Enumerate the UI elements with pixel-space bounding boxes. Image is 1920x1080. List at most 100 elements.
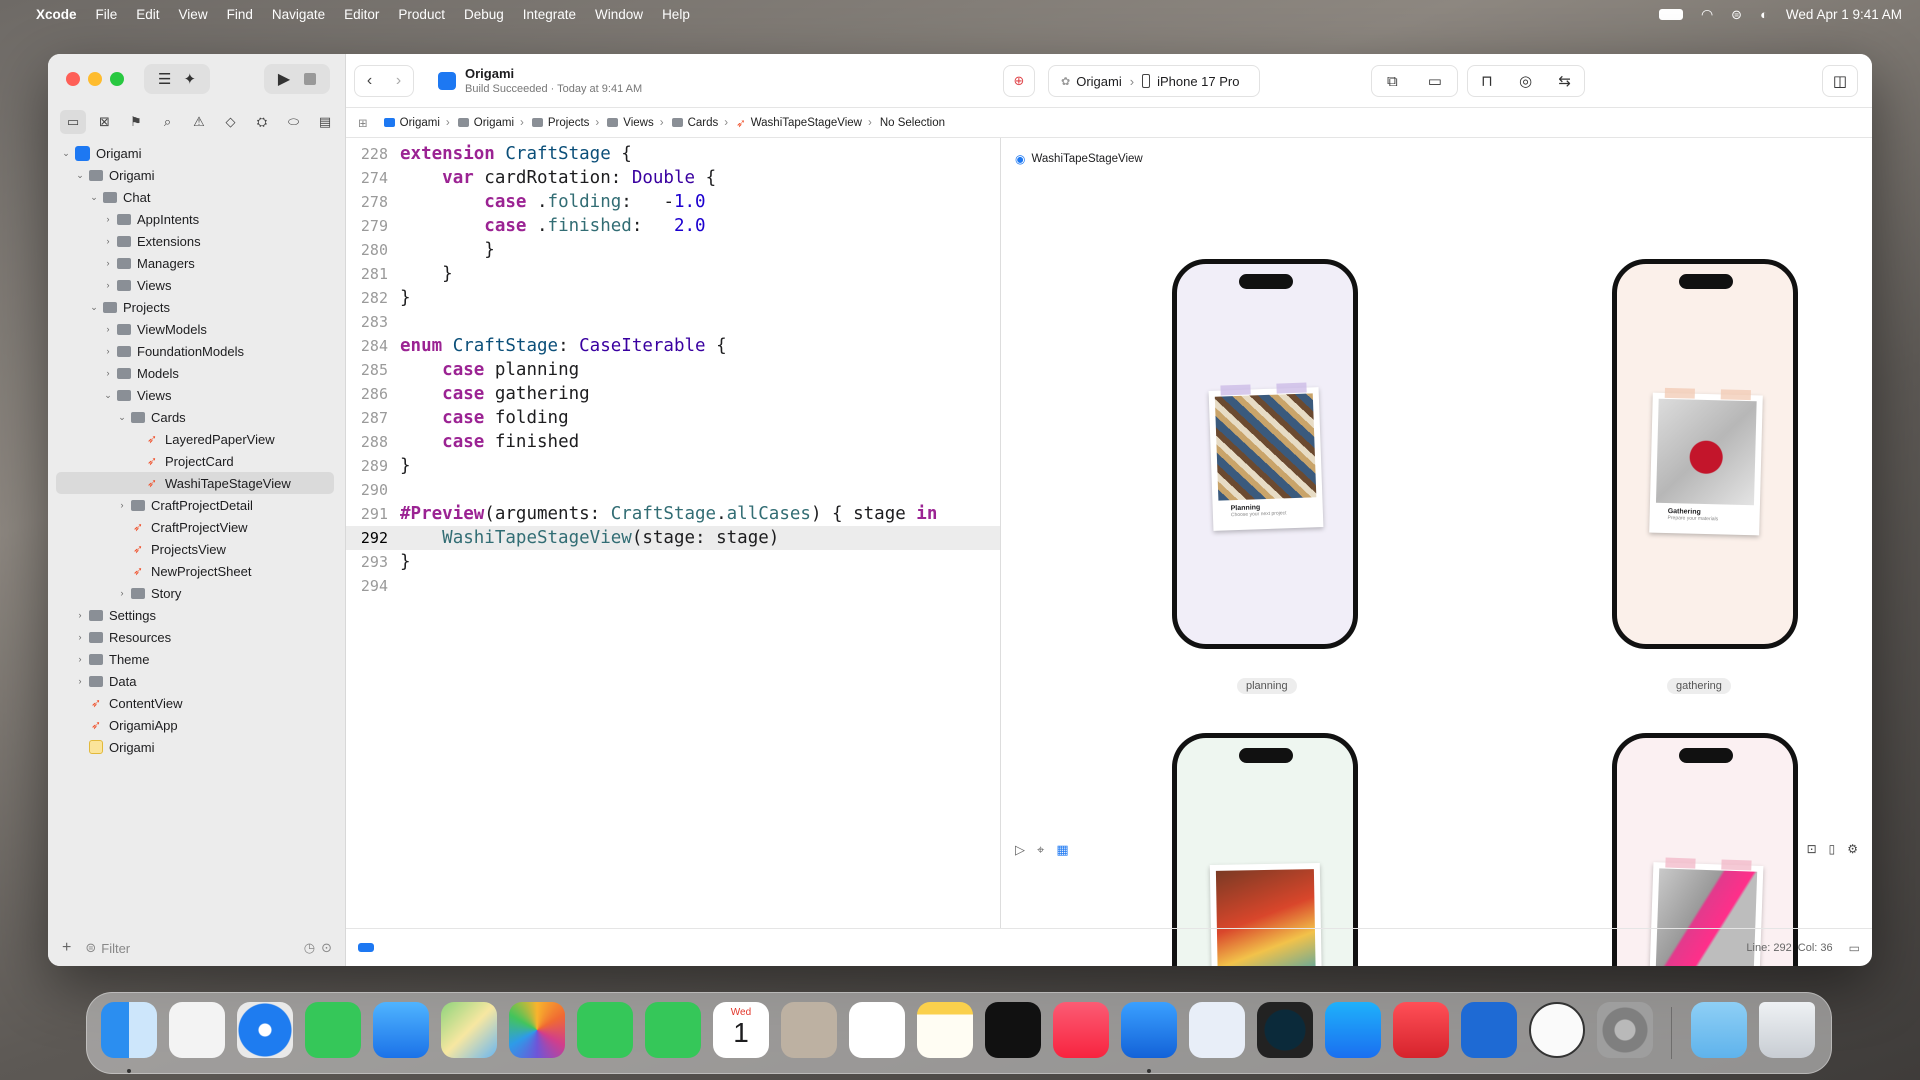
code-line[interactable]: 280 } bbox=[346, 238, 1000, 262]
debug-navigator-icon[interactable]: ⛭ bbox=[249, 110, 275, 134]
chevron-down-icon[interactable]: ⌄ bbox=[60, 148, 72, 159]
close-button[interactable] bbox=[66, 72, 80, 86]
downloads-folder-icon[interactable] bbox=[1691, 1002, 1747, 1058]
tree-row[interactable]: ➶ ProjectsView bbox=[48, 538, 346, 560]
launchpad-icon[interactable] bbox=[169, 1002, 225, 1058]
chevron-right-icon[interactable]: › bbox=[102, 214, 114, 224]
safari-icon[interactable] bbox=[237, 1002, 293, 1058]
variants-icon[interactable]: ◎ bbox=[1519, 72, 1532, 90]
tree-row[interactable]: ⌄ Origami bbox=[48, 164, 346, 186]
simulator-icon[interactable] bbox=[1461, 1002, 1517, 1058]
crumb-projects[interactable]: Projects › bbox=[531, 117, 599, 129]
minimize-button[interactable] bbox=[88, 72, 102, 86]
code-line[interactable]: 286 case gathering bbox=[346, 382, 1000, 406]
chevron-right-icon[interactable]: › bbox=[74, 610, 86, 620]
chevron-down-icon[interactable]: ⌄ bbox=[74, 170, 86, 181]
siri-icon[interactable]: ◐ bbox=[1760, 7, 1768, 22]
chevron-right-icon[interactable]: › bbox=[102, 324, 114, 334]
chevron-right-icon[interactable]: › bbox=[74, 654, 86, 664]
tree-row[interactable]: ⌄ Chat bbox=[48, 186, 346, 208]
rocketsim-icon[interactable] bbox=[1393, 1002, 1449, 1058]
crumb-selection[interactable]: No Selection bbox=[880, 117, 945, 129]
tree-row[interactable]: ➶ ProjectCard bbox=[48, 450, 346, 472]
code-line[interactable]: 288 case finished bbox=[346, 430, 1000, 454]
bookmark-icon[interactable]: ⚑ bbox=[123, 110, 149, 134]
finder-icon[interactable] bbox=[101, 1002, 157, 1058]
instruments-icon[interactable] bbox=[1257, 1002, 1313, 1058]
code-line[interactable]: 282} bbox=[346, 286, 1000, 310]
mail-icon[interactable] bbox=[373, 1002, 429, 1058]
code-line[interactable]: 287 case folding bbox=[346, 406, 1000, 430]
tree-row[interactable]: › Managers bbox=[48, 252, 346, 274]
tree-row[interactable]: › Views bbox=[48, 274, 346, 296]
tree-row[interactable]: ➶ NewProjectSheet bbox=[48, 560, 346, 582]
menu-find[interactable]: Find bbox=[227, 7, 253, 22]
menu-window[interactable]: Window bbox=[595, 7, 643, 22]
menu-product[interactable]: Product bbox=[398, 7, 445, 22]
tree-row[interactable]: › Settings bbox=[48, 604, 346, 626]
project-name[interactable]: Origami bbox=[465, 66, 514, 81]
tree-row[interactable]: ⌄ Cards bbox=[48, 406, 346, 428]
project-navigator-icon[interactable]: ▭ bbox=[60, 110, 86, 134]
find-navigator-icon[interactable]: ⌕ bbox=[155, 110, 181, 134]
crumb-cards[interactable]: Cards › bbox=[671, 117, 728, 129]
code-line[interactable]: 281 } bbox=[346, 262, 1000, 286]
app-store-icon[interactable] bbox=[1325, 1002, 1381, 1058]
photos-icon[interactable] bbox=[509, 1002, 565, 1058]
tree-row[interactable]: › CraftProjectDetail bbox=[48, 494, 346, 516]
menu-view[interactable]: View bbox=[179, 7, 208, 22]
test-navigator-icon[interactable]: ◇ bbox=[218, 110, 244, 134]
chevron-down-icon[interactable]: ⌄ bbox=[102, 390, 114, 401]
device-settings-icon[interactable]: ▯ bbox=[1829, 842, 1836, 856]
code-line[interactable]: 292 WashiTapeStageView(stage: stage) bbox=[346, 526, 1000, 550]
tree-row[interactable]: ➶ OrigamiApp bbox=[48, 714, 346, 736]
system-settings-icon[interactable] bbox=[1597, 1002, 1653, 1058]
source-control-icon[interactable]: ⊠ bbox=[92, 110, 118, 134]
forward-icon[interactable]: › bbox=[396, 72, 401, 90]
contacts-icon[interactable] bbox=[781, 1002, 837, 1058]
inspector-area-icon[interactable]: ▭ bbox=[1849, 941, 1860, 955]
code-line[interactable]: 279 case .finished: 2.0 bbox=[346, 214, 1000, 238]
add-feedback-button[interactable]: ⊕ bbox=[1003, 65, 1035, 97]
trash-icon[interactable] bbox=[1759, 1002, 1815, 1058]
control-center-icon[interactable]: ⊜ bbox=[1731, 7, 1742, 23]
live-mode-icon[interactable]: ▷ bbox=[1015, 842, 1025, 858]
tree-row[interactable]: › Resources bbox=[48, 626, 346, 648]
code-line[interactable]: 284 enum CraftStage: CaseIterable { bbox=[346, 334, 1000, 358]
zoom-fit-icon[interactable]: ⊡ bbox=[1807, 842, 1817, 856]
filter-field[interactable]: Filter bbox=[101, 941, 304, 956]
tree-row[interactable]: ⌄ Views bbox=[48, 384, 346, 406]
selectable-mode-icon[interactable]: ⌖ bbox=[1037, 842, 1044, 858]
code-line[interactable]: 228 extension CraftStage { bbox=[346, 142, 1000, 166]
preview-icon[interactable] bbox=[1189, 1002, 1245, 1058]
navigator-toggle-button[interactable]: ☰ ✦ bbox=[144, 64, 210, 94]
chevron-right-icon[interactable]: › bbox=[116, 588, 128, 598]
menu-debug[interactable]: Debug bbox=[464, 7, 504, 22]
tree-row[interactable]: › AppIntents bbox=[48, 208, 346, 230]
reminders-icon[interactable] bbox=[849, 1002, 905, 1058]
variants-grid-icon[interactable]: ▦ bbox=[1056, 842, 1068, 858]
source-control-filter-icon[interactable]: ⊙ bbox=[321, 940, 332, 956]
code-line[interactable]: 278 case .folding: -1.0 bbox=[346, 190, 1000, 214]
inspector-toggle-button[interactable]: ◫ bbox=[1822, 65, 1858, 97]
code-line[interactable]: 294 bbox=[346, 574, 1000, 598]
back-icon[interactable]: ‹ bbox=[367, 72, 372, 90]
menu-app[interactable]: Xcode bbox=[36, 7, 77, 22]
chevron-right-icon[interactable]: › bbox=[116, 500, 128, 510]
crumb-views[interactable]: Views › bbox=[607, 117, 664, 129]
run-button[interactable]: ▶ bbox=[278, 69, 290, 89]
crumb-file[interactable]: ➶ WashiTapeStageView › bbox=[736, 116, 872, 130]
display-icon[interactable]: ▭ bbox=[1428, 72, 1442, 90]
grid-icon[interactable]: ⊞ bbox=[358, 116, 368, 130]
code-line[interactable]: 285 case planning bbox=[346, 358, 1000, 382]
breakpoint-navigator-icon[interactable]: ⬭ bbox=[281, 110, 307, 134]
phone-icon[interactable] bbox=[645, 1002, 701, 1058]
chevron-right-icon[interactable]: › bbox=[102, 280, 114, 290]
proxyman-icon[interactable] bbox=[1529, 1002, 1585, 1058]
chevron-right-icon[interactable]: › bbox=[74, 632, 86, 642]
tree-row[interactable]: › Extensions bbox=[48, 230, 346, 252]
report-navigator-icon[interactable]: ▤ bbox=[312, 110, 338, 134]
tree-row[interactable]: ⌄ Projects bbox=[48, 296, 346, 318]
wifi-icon[interactable]: ◠ bbox=[1701, 6, 1713, 23]
canvas-settings-icon[interactable]: ⚙ bbox=[1847, 842, 1858, 856]
